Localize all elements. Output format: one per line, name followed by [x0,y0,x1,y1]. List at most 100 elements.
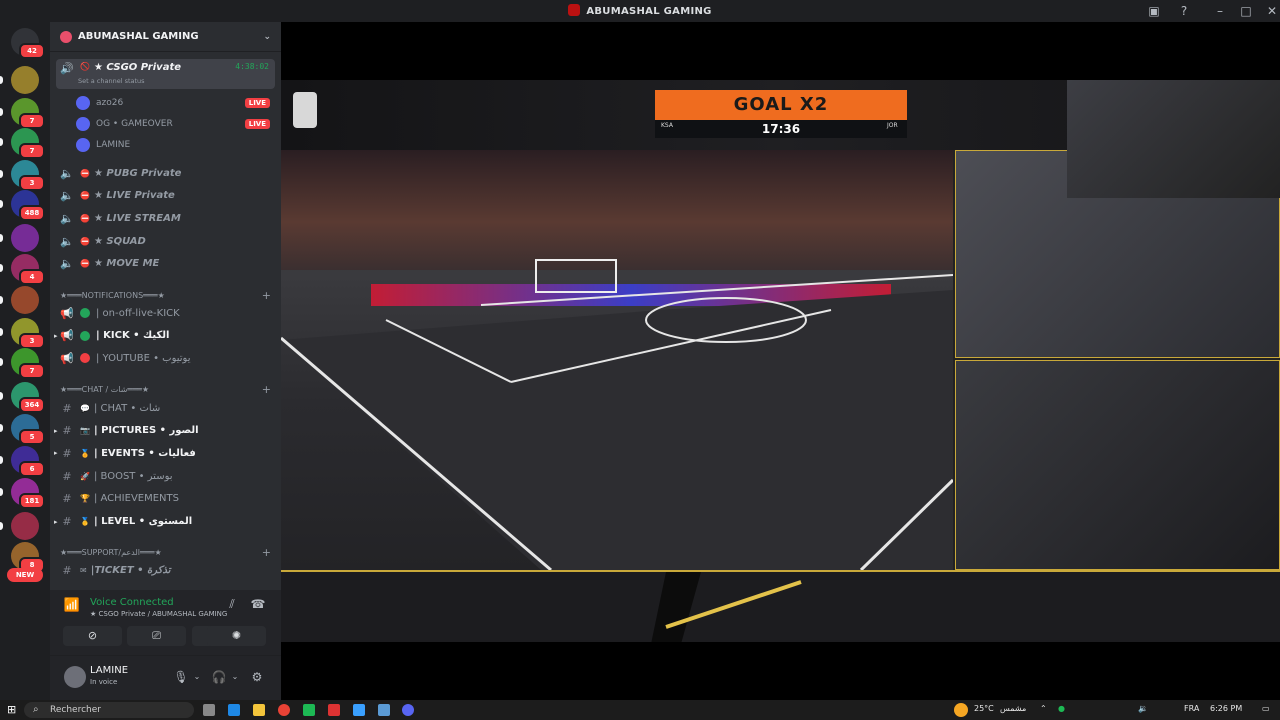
channel-name: ★ PUBG Private [93,167,182,179]
task-view-icon[interactable] [203,704,215,716]
file-explorer-icon[interactable] [253,704,265,716]
server-header[interactable]: ABUMASHAL GAMING ⌄ [50,22,281,52]
channel-name: |TICKET • تذكرة [90,564,171,576]
unread-pill [0,200,3,208]
disconnect-icon[interactable]: ☎ [248,594,268,614]
avatar[interactable] [64,666,86,688]
text-channel[interactable]: # 💬 | CHAT • شات [56,398,275,418]
app-icon[interactable] [353,704,365,716]
close-icon[interactable]: ✕ [1264,3,1280,19]
notifications-icon[interactable]: ▭ [1262,704,1270,713]
app-icon[interactable] [328,704,340,716]
settings-gear-icon[interactable]: ⚙ [248,668,266,686]
voice-user[interactable]: LAMINE [76,136,276,154]
text-channel[interactable]: ▸ # 🥇 | LEVEL • المستوى [54,512,275,532]
megaphone-icon: 📢 [60,351,74,365]
camera-off-button[interactable]: ⊘ [63,626,122,646]
chevron-down-icon[interactable]: ⌄ [263,32,271,42]
discord-icon[interactable] [402,704,414,716]
server-icon-server-16[interactable] [11,512,39,540]
unread-badge: 5 [19,429,45,445]
channel-name: ★ LIVE Private [93,190,175,202]
server-icon-server-3[interactable]: 7 [11,98,45,129]
voice-channel-csgo-private[interactable]: 🔊 🚫 ★ CSGO Private 4:38:02 Set a channel… [56,59,275,89]
noise-suppression-icon[interactable]: ⫽ [222,594,242,614]
server-icon-server-7[interactable] [11,224,39,252]
maximize-icon[interactable]: □ [1238,3,1254,19]
voice-state[interactable]: Voice Connected [90,597,174,608]
category-chat[interactable]: ★═══CHAT / شات═══★ + [60,382,275,396]
language-indicator[interactable]: FRA [1184,704,1199,713]
hashtag-icon: # [62,563,72,577]
server-icon-server-13[interactable]: 5 [11,414,45,445]
voice-location[interactable]: ★ CSGO Private / ABUMASHAL GAMING [90,610,227,618]
inbox-icon[interactable]: ▣ [1146,3,1162,19]
voice-channel[interactable]: 🔈 ⛔ ★ LIVE Private [56,186,275,206]
text-channel[interactable]: # 🚀 | BOOST • بوستر [56,466,275,486]
add-channel-icon[interactable]: + [262,546,271,559]
channel-emoji-icon: 🚀 [80,471,90,481]
server-icon-server-12[interactable]: 364 [11,382,45,413]
chevron-down-icon[interactable]: ⌄ [226,668,244,686]
volume-icon[interactable]: 🔉 [1138,704,1148,713]
server-name: ABUMASHAL GAMING [78,31,199,42]
weather-sun-icon[interactable] [954,703,968,717]
speaker-icon: 🔈 [60,211,74,225]
text-channel[interactable]: ▸ # 📷 | PICTURES • الصور [54,421,275,441]
unread-badge: 42 [19,43,45,59]
server-icon-server-8[interactable]: 4 [11,254,45,285]
text-channel[interactable]: # 🏆 | ACHIEVEMENTS [56,489,275,509]
server-icon-server-14[interactable]: 6 [11,446,45,477]
server-icon-server-6[interactable]: 488 [11,190,45,221]
minimize-icon[interactable]: – [1212,3,1228,19]
announcement-channel[interactable]: 📢 | YOUTUBE • يوتيوب [56,348,275,368]
server-logo-icon [568,4,581,16]
screen-share-button[interactable]: ⎚ [127,626,186,646]
unread-pill [0,138,3,146]
server-icon-server-4[interactable]: 7 [11,128,45,159]
soundboard-button[interactable]: ✺ [207,626,266,646]
server-icon-home[interactable]: 42 [11,28,45,59]
text-channel[interactable]: # ✉ |TICKET • تذكرة [56,560,275,580]
app-icon[interactable] [378,704,390,716]
windows-start-icon[interactable]: ⊞ [7,704,19,716]
unread-pill [0,424,3,432]
app-icon[interactable] [303,704,315,716]
server-icon-server-11[interactable]: 7 [11,348,45,379]
voice-user[interactable]: OG • GAMEOVER LIVE [76,115,276,133]
voice-user[interactable]: azo26 LIVE [76,94,276,112]
channel-name: | KICK • الكيك [96,330,170,342]
voice-channel[interactable]: 🔈 ⛔ ★ SQUAD [56,231,275,251]
clock[interactable]: 6:26 PM [1210,704,1242,713]
edge-icon[interactable] [228,704,240,716]
server-icon-server-17[interactable]: 8 [11,542,45,573]
spotify-icon[interactable]: ● [1058,704,1065,713]
server-icon-server-9[interactable] [11,286,39,314]
signal-icon[interactable]: 📶 [62,598,82,618]
announcement-channel[interactable]: ▸ 📢 | KICK • الكيك [54,326,275,346]
text-channel[interactable]: ▸ # 🏅 | EVENTS • فعاليات [54,443,275,463]
chrome-icon[interactable] [278,704,290,716]
server-icon-server-5[interactable]: 3 [11,160,45,191]
server-icon-server-15[interactable]: 181 [11,478,45,509]
voice-channel[interactable]: 🔈 ⛔ ★ LIVE STREAM [56,208,275,228]
category-support[interactable]: ★═══SUPPORT/الدعم═══★ + [60,545,275,559]
chevron-down-icon[interactable]: ⌄ [188,668,206,686]
channel-status[interactable]: Set a channel status [78,77,145,85]
stream-stage: GOAL X2 17:36 KSA JOR [281,22,1280,700]
voice-channel[interactable]: 🔈 ⛔ ★ PUBG Private [56,163,275,183]
add-channel-icon[interactable]: + [262,289,271,302]
category-notifications[interactable]: ★═══NOTIFICATIONS═══★ + [60,288,275,302]
chevron-up-icon[interactable]: ⌃ [1040,704,1047,713]
new-badge[interactable]: NEW [7,568,43,582]
weather-temp[interactable]: 25°C [974,704,994,713]
announcement-channel[interactable]: 📢 | on-off-live-KICK [56,303,275,323]
taskbar-search[interactable]: ⌕ Rechercher [24,702,194,718]
help-icon[interactable]: ? [1176,3,1192,19]
server-icon-server-10[interactable]: 3 [11,318,45,349]
add-channel-icon[interactable]: + [262,383,271,396]
stream-video[interactable]: GOAL X2 17:36 KSA JOR [281,80,1280,642]
voice-channel[interactable]: 🔈 ⛔ ★ MOVE ME [56,254,275,274]
weather-desc[interactable]: مشمس [1000,704,1026,713]
server-icon-abumashal[interactable] [11,66,39,94]
